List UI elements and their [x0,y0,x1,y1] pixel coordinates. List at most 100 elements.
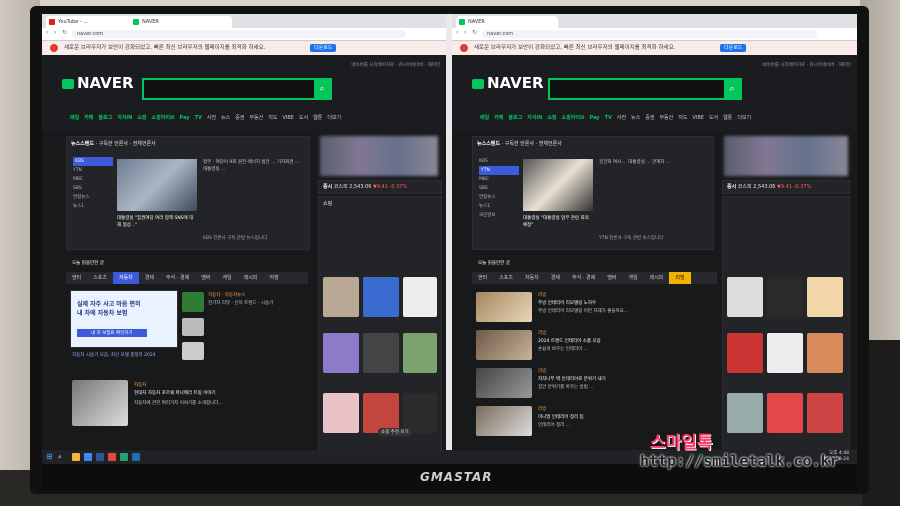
menu-mail[interactable]: 메일 [480,115,489,121]
menu-shoppinglive[interactable]: 쇼핑라이브 [152,115,175,121]
news-source-item[interactable]: 연합뉴스 [479,193,519,202]
forward-icon[interactable]: › [464,30,470,36]
menu-cafe[interactable]: 카페 [84,115,93,121]
search-icon[interactable]: ⌕ [314,80,330,98]
shopping-float-button[interactable]: 쇼핑 추천 보기 [378,428,412,436]
menu-pay[interactable]: Pay [180,115,190,121]
product-thumb[interactable] [403,333,437,373]
article-thumb[interactable] [476,330,532,360]
forward-icon[interactable]: › [54,30,60,36]
top-links[interactable]: 네이버를 시작페이지로 · 쥬니어네이버 · 해피빈 [762,62,851,68]
bottom-title[interactable]: 현대차 자동차 포르쉐 파나메라 트림 이야기 [134,390,314,398]
reload-icon[interactable]: ↻ [472,30,478,36]
news-headline[interactable]: 대통령실 "집권여당 여러 정책 SNS에 대해 협상..." [117,215,197,229]
search-input[interactable]: ⌕ [548,78,742,100]
menu-realestate[interactable]: 부동산 [249,115,263,121]
menu-map[interactable]: 지도 [678,115,687,121]
tab-naver[interactable]: NAVER [456,16,558,28]
menu-vibe[interactable]: VIBE [282,115,293,121]
news-photo[interactable] [117,159,197,211]
tab-youtube[interactable]: YouTube - ... [46,16,138,28]
stock-widget[interactable]: 증시 코스피 2,543.06 ▼9.41 -0.37% [318,180,442,194]
today-tab[interactable]: 경제 [139,272,160,284]
menu-stock[interactable]: 증권 [235,115,244,121]
today-tab[interactable]: 주식 · 경제 [160,272,195,284]
article-title[interactable]: 주방 인테리어 리모델링 노하우 [538,300,708,307]
menu-blog[interactable]: 블로그 [508,115,522,121]
stock-widget[interactable]: 증시 코스피 2,543.06 ▼9.41 -0.37% [722,180,850,194]
menu-books[interactable]: 도서 [709,115,718,121]
product-thumb[interactable] [323,277,359,317]
search-input[interactable]: ⌕ [142,78,332,100]
today-tab[interactable]: 스포츠 [87,272,113,284]
menu-kin[interactable]: 지식iN [527,115,542,121]
product-thumb[interactable] [807,277,843,317]
product-thumb[interactable] [363,277,399,317]
menu-blog[interactable]: 블로그 [98,115,112,121]
today-tab[interactable]: 여행 [263,272,284,284]
menu-cafe[interactable]: 카페 [494,115,503,121]
url-field[interactable]: naver.com [482,30,817,38]
today-tab[interactable]: 스포츠 [493,272,519,284]
product-thumb[interactable] [767,393,803,433]
article-thumb[interactable] [182,342,204,360]
menu-more[interactable]: 더보기 [327,115,341,121]
menu-kin[interactable]: 지식iN [117,115,132,121]
product-thumb[interactable] [363,333,399,373]
today-tab-active[interactable]: 리빙 [669,272,691,284]
article-thumb[interactable] [476,292,532,322]
article-title[interactable]: 자동차 시승기 모음, 최신 모델 총정리 2024 [72,352,172,358]
search-icon[interactable]: ⌕ [724,80,740,98]
tab-naver[interactable]: NAVER [130,16,232,28]
taskbar-search-icon[interactable]: ⌕ [58,453,66,461]
product-thumb[interactable] [807,393,843,433]
menu-news[interactable]: 뉴스 [631,115,640,121]
news-source-item[interactable]: 국민일보 [479,211,519,220]
menu-mail[interactable]: 메일 [70,115,79,121]
news-source-item[interactable]: SBS [73,184,113,193]
product-thumb[interactable] [767,333,803,373]
menu-webtoon[interactable]: 웹툰 [723,115,732,121]
today-tab[interactable]: 레시피 [238,272,264,284]
app-icon[interactable] [132,453,140,461]
reload-icon[interactable]: ↻ [62,30,68,36]
product-thumb[interactable] [403,393,437,433]
news-body[interactable]: 정부 · 여당이 9회 원전·에너지 법안 ... 기자회견 ... 대통령실 … [203,159,303,215]
today-tab[interactable]: 엔터 [66,272,87,284]
app-icon[interactable] [108,453,116,461]
article-thumb[interactable] [182,318,204,336]
product-thumb[interactable] [767,277,803,317]
chrome-icon[interactable] [84,453,92,461]
today-tab[interactable]: 자동차 [519,272,545,284]
download-button[interactable]: 다운로드 [720,44,747,52]
news-body[interactable]: 김건희 여사 ... 대통령실 ... 관계자 ... [599,159,709,215]
url-field[interactable]: naver.com [72,30,406,38]
windows-start-icon[interactable]: ⊞ [46,453,54,461]
article-thumb[interactable] [476,406,532,436]
menu-map[interactable]: 지도 [268,115,277,121]
menu-webtoon[interactable]: 웹툰 [313,115,322,121]
ad-banner[interactable]: 실제 자주 사고 마음 편히 내 차에 자동차 보험 내 차 보험료 확인하기 [70,290,178,348]
today-tab-active[interactable]: 자동차 [113,272,139,284]
top-links[interactable]: 네이버를 시작페이지로 · 쥬니어네이버 · 해피빈 [351,62,440,68]
news-source-item[interactable]: KBS [479,157,519,166]
news-photo[interactable] [523,159,593,211]
product-thumb[interactable] [807,333,843,373]
article-title[interactable]: 2024 트렌드 인테리어 소품 모음 [538,338,708,345]
article-title[interactable]: 자작나무 벽 인테리어로 분위기 내기 [538,376,708,383]
article-thumb[interactable] [182,292,204,312]
back-icon[interactable]: ‹ [46,30,52,36]
menu-dict[interactable]: 사전 [207,115,216,121]
menu-dict[interactable]: 사전 [617,115,626,121]
today-tab[interactable]: 멤버 [195,272,216,284]
today-tab[interactable]: 멤버 [601,272,622,284]
today-tab[interactable]: 엔터 [472,272,493,284]
today-tab[interactable]: 레시피 [644,272,670,284]
news-source-item[interactable]: MBC [479,175,519,184]
ad-button[interactable]: 내 차 보험료 확인하기 [77,329,147,337]
menu-realestate[interactable]: 부동산 [659,115,673,121]
news-source-item[interactable]: YTN [73,166,113,175]
menu-stock[interactable]: 증권 [645,115,654,121]
news-source-item[interactable]: KBS [73,157,113,166]
product-thumb[interactable] [323,333,359,373]
